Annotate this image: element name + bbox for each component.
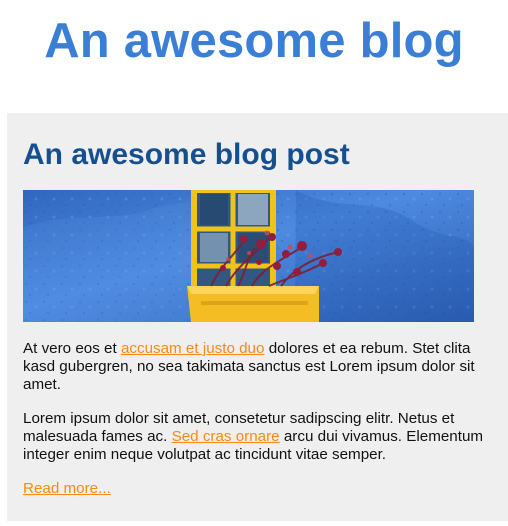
site-title: An awesome blog: [44, 14, 464, 68]
post-title: An awesome blog post: [23, 138, 350, 171]
accusam-link[interactable]: accusam et justo duo: [121, 340, 265, 357]
post-hero-image: [23, 190, 474, 322]
blog-post-card: An awesome blog post At vero eos et accu…: [7, 113, 508, 521]
read-more-link[interactable]: Read more...: [23, 480, 111, 497]
paragraph-1-text-before: At vero eos et: [23, 340, 121, 357]
post-paragraph-1: At vero eos et accusam et justo duo dolo…: [23, 340, 492, 394]
sed-cras-ornare-link[interactable]: Sed cras ornare: [172, 428, 280, 445]
read-more-container: Read more...: [23, 480, 492, 498]
blog-page: An awesome blog An awesome blog post At …: [0, 0, 508, 526]
window-flower-box-image: [23, 190, 474, 322]
post-paragraph-2: Lorem ipsum dolor sit amet, consetetur s…: [23, 410, 492, 464]
